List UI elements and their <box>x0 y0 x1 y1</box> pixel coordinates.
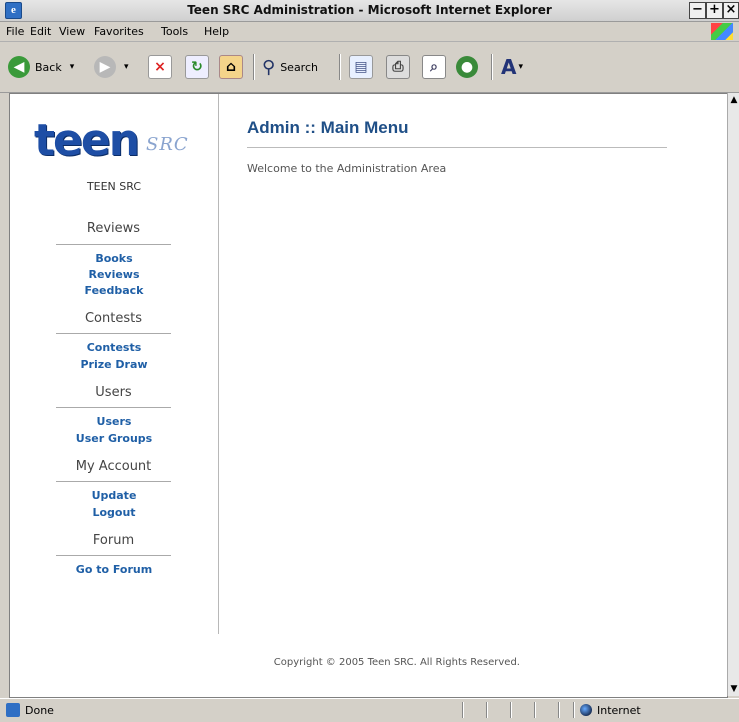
dropdown-arrow-icon[interactable]: ▾ <box>124 62 129 72</box>
print-button[interactable]: ⎙ <box>386 52 410 82</box>
section-heading-reviews: Reviews <box>86 221 141 236</box>
welcome-message: Welcome to the Administration Area <box>247 162 447 175</box>
search-icon: ⚲ <box>262 56 276 78</box>
section-heading-my-account: My Account <box>75 459 152 474</box>
toolbar-separator <box>253 54 255 80</box>
menu-view[interactable]: View <box>59 25 85 38</box>
minimize-button[interactable]: − <box>689 2 706 19</box>
maximize-button[interactable]: + <box>706 2 723 19</box>
toolbar: ◀ Back ▾ ▶ ▾ × ↻ ⌂ ⚲ Search ▤ ⎙ ⌕ ● A ▾ <box>0 42 739 93</box>
section-heading-contests: Contests <box>84 311 142 326</box>
title-divider <box>247 147 667 148</box>
nav-link-logout[interactable]: Logout <box>10 506 218 519</box>
vertical-scrollbar[interactable]: ▲ ▼ <box>727 93 739 696</box>
status-pane-divider <box>486 702 488 718</box>
nav-link-update[interactable]: Update <box>10 489 218 502</box>
media-icon: ● <box>456 56 478 78</box>
globe-icon <box>580 704 592 716</box>
nav-link-books[interactable]: Books <box>10 252 218 265</box>
teen-src-logo[interactable]: teen SRC <box>34 116 204 166</box>
nav-link-user-groups[interactable]: User Groups <box>10 432 218 445</box>
status-pane-divider <box>462 702 464 718</box>
copyright-footer: Copyright © 2005 Teen SRC. All Rights Re… <box>273 657 520 668</box>
logo-text: teen <box>34 115 140 166</box>
status-pane-divider <box>510 702 512 718</box>
search-label: Search <box>280 60 318 74</box>
status-pane-divider <box>558 702 560 718</box>
forward-button[interactable]: ▶ ▾ <box>94 52 129 82</box>
status-pane-divider <box>573 702 575 718</box>
section-heading-forum: Forum <box>92 533 135 548</box>
section-divider <box>56 481 171 482</box>
window-title-bar: e Teen SRC Administration - Microsoft In… <box>0 0 739 22</box>
refresh-icon: ↻ <box>185 55 209 79</box>
nav-link-feedback[interactable]: Feedback <box>10 284 218 297</box>
menu-bar: File Edit View Favorites Tools Help <box>0 22 739 42</box>
status-pane-divider <box>534 702 536 718</box>
window-title: Teen SRC Administration - Microsoft Inte… <box>187 3 552 17</box>
text-size-button[interactable]: A ▾ <box>501 52 523 82</box>
search-button[interactable]: ⚲ Search <box>262 52 318 82</box>
print-icon: ⎙ <box>386 55 410 79</box>
dropdown-arrow-icon[interactable]: ▾ <box>70 62 75 72</box>
stop-icon: × <box>148 55 172 79</box>
history-button[interactable]: ▤ <box>349 52 373 82</box>
menu-file[interactable]: File <box>6 25 24 38</box>
home-icon: ⌂ <box>219 55 243 79</box>
text-size-icon: A <box>501 55 517 79</box>
print-preview-button[interactable]: ⌕ <box>422 52 446 82</box>
menu-edit[interactable]: Edit <box>30 25 51 38</box>
home-button[interactable]: ⌂ <box>219 52 243 82</box>
section-divider <box>56 555 171 556</box>
history-icon: ▤ <box>349 55 373 79</box>
section-heading-users: Users <box>95 385 132 400</box>
dropdown-arrow-icon[interactable]: ▾ <box>518 62 523 72</box>
logo-suffix: SRC <box>146 134 189 155</box>
menu-tools[interactable]: Tools <box>161 25 188 38</box>
security-zone: Internet <box>597 704 641 717</box>
scroll-down-arrow-icon[interactable]: ▼ <box>729 684 739 694</box>
back-button[interactable]: ◀ Back ▾ <box>8 52 74 82</box>
scroll-up-arrow-icon[interactable]: ▲ <box>729 95 739 105</box>
section-divider <box>56 407 171 408</box>
media-button[interactable]: ● <box>456 52 478 82</box>
nav-link-reviews[interactable]: Reviews <box>10 268 218 281</box>
close-button[interactable]: × <box>723 2 739 19</box>
section-divider <box>56 244 171 245</box>
nav-link-prize-draw[interactable]: Prize Draw <box>10 358 218 371</box>
section-divider <box>56 333 171 334</box>
nav-link-users[interactable]: Users <box>10 415 218 428</box>
refresh-button[interactable]: ↻ <box>185 52 209 82</box>
status-bar: Done Internet <box>0 698 739 722</box>
page-icon <box>6 703 20 717</box>
site-name: TEEN SRC <box>86 180 142 193</box>
page-title: Admin :: Main Menu <box>247 118 409 137</box>
nav-link-contests[interactable]: Contests <box>10 341 218 354</box>
forward-arrow-icon: ▶ <box>94 56 116 78</box>
menu-help[interactable]: Help <box>204 25 229 38</box>
print-preview-icon: ⌕ <box>422 55 446 79</box>
menu-favorites[interactable]: Favorites <box>94 25 144 38</box>
windows-logo-icon <box>711 23 733 40</box>
nav-link-go-to-forum[interactable]: Go to Forum <box>10 563 218 576</box>
sidebar: teen SRC TEEN SRC Reviews Books Reviews … <box>10 94 219 634</box>
toolbar-separator <box>339 54 341 80</box>
back-label: Back <box>35 60 62 74</box>
stop-button[interactable]: × <box>148 52 172 82</box>
status-text: Done <box>25 704 54 717</box>
browser-viewport: teen SRC TEEN SRC Reviews Books Reviews … <box>9 93 728 698</box>
toolbar-separator <box>491 54 493 80</box>
back-arrow-icon: ◀ <box>8 56 30 78</box>
